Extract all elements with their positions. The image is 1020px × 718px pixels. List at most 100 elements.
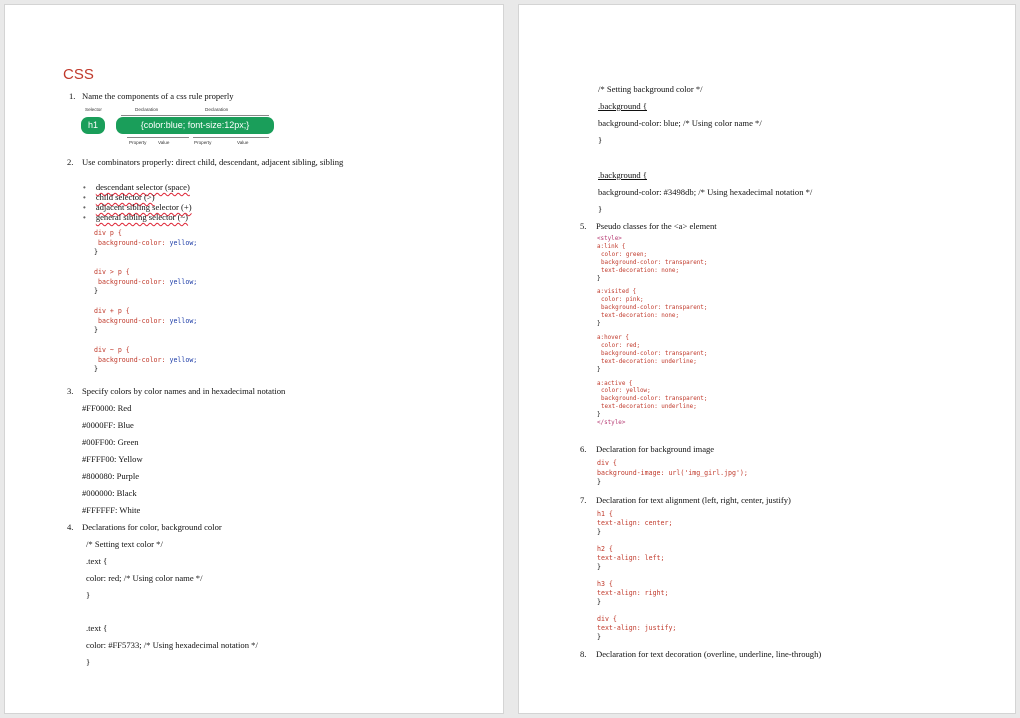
code-line: color: red; /* Using color name */: [86, 573, 203, 583]
question-7-number: 7.: [580, 495, 587, 505]
code-line: h2 {: [597, 545, 613, 553]
code-line: text-decoration: underline;: [601, 404, 697, 411]
code-property: background-color:: [97, 238, 166, 247]
code-value: yellow;: [169, 238, 198, 247]
code-close: }: [94, 326, 98, 334]
code-line: background-color: blue; /* Using color n…: [598, 118, 762, 128]
hex-color-item: #FFFFFF: White: [82, 505, 141, 515]
diagram-label-property-2: Property: [194, 140, 212, 145]
hex-color-item: #FF0000: Red: [82, 403, 132, 413]
diagram-selector-pill: h1: [81, 117, 105, 134]
code-line: }: [597, 563, 601, 571]
code-close: }: [94, 365, 98, 373]
code-line: </style>: [597, 420, 626, 427]
question-4-number: 4.: [67, 522, 74, 532]
code-selector: div p {: [94, 229, 122, 237]
code-line: h3 {: [597, 580, 613, 588]
code-line: }: [597, 528, 601, 536]
code-line: text-align: right;: [597, 589, 669, 597]
code-line: }: [598, 204, 603, 214]
code-line: div {: [597, 459, 617, 467]
code-line: text-align: justify;: [597, 624, 677, 632]
code-line: }: [597, 321, 601, 328]
code-line: text-align: left;: [597, 554, 665, 562]
document-page-1: CSS 1. Name the components of a css rule…: [4, 4, 504, 714]
code-line: }: [597, 366, 601, 373]
code-line: color: green;: [601, 251, 648, 258]
code-value: yellow;: [169, 355, 198, 364]
code-line: div {: [597, 615, 617, 623]
hex-color-item: #00FF00: Green: [82, 437, 139, 447]
code-line: a:link {: [597, 243, 626, 250]
question-6-text: Declaration for background image: [596, 444, 715, 454]
hex-color-item: #000000: Black: [82, 488, 137, 498]
code-line: background-color: transparent;: [601, 259, 708, 266]
code-selector: div ~ p {: [94, 346, 130, 354]
code-line: }: [597, 478, 601, 486]
code-line: /* Setting background color */: [598, 84, 703, 94]
code-line: text-decoration: none;: [601, 313, 680, 320]
hex-color-item: #FFFF00: Yellow: [82, 454, 143, 464]
code-value: yellow;: [169, 277, 198, 286]
diagram-label-selector: Selector: [85, 107, 102, 112]
code-line: }: [597, 412, 601, 419]
code-line: color: red;: [601, 342, 641, 349]
code-property: background-color:: [97, 316, 166, 325]
code-line: text-align: center;: [597, 519, 673, 527]
diagram-rule-pill: {color:blue; font-size:12px;}: [116, 117, 274, 134]
code-line: text-decoration: none;: [601, 267, 680, 274]
question-1-number: 1.: [69, 91, 76, 101]
question-3-number: 3.: [67, 386, 74, 396]
code-line: color: pink;: [601, 297, 644, 304]
code-block-child: div > p { background-color: yellow; }: [94, 268, 197, 297]
code-line: h1 {: [597, 510, 613, 518]
code-line: }: [597, 275, 601, 282]
hex-color-item: #800080: Purple: [82, 471, 140, 481]
diagram-label-declaration-2: Declaration: [205, 107, 229, 112]
text-align-code: h1 { text-align: center; } h2 { text-ali…: [597, 510, 676, 642]
document-page-2: /* Setting background color */ .backgrou…: [518, 4, 1016, 714]
code-line: }: [597, 598, 601, 606]
diagram-label-declaration-1: Declaration: [135, 107, 159, 112]
code-selector: div > p {: [94, 268, 130, 276]
diagram-label-value-2: Value: [237, 140, 249, 145]
code-block-general-sibling: div ~ p { background-color: yellow; }: [94, 346, 197, 375]
question-3-text: Specify colors by color names and in hex…: [82, 386, 286, 396]
question-1-text: Name the components of a css rule proper…: [82, 91, 234, 101]
question-2-number: 2.: [67, 157, 74, 167]
diagram-label-property-1: Property: [129, 140, 147, 145]
question-6-number: 6.: [580, 444, 587, 454]
code-line: }: [86, 657, 91, 667]
code-property: background-color:: [97, 355, 166, 364]
code-block-descendant: div p { background-color: yellow; }: [94, 229, 197, 258]
question-7-text: Declaration for text alignment (left, ri…: [596, 495, 791, 505]
page-title: CSS: [63, 66, 94, 83]
code-block-adjacent: div + p { background-color: yellow; }: [94, 307, 197, 336]
code-line: background-color: #3498db; /* Using hexa…: [598, 187, 813, 197]
code-property: background-color:: [97, 277, 166, 286]
code-line: .text {: [86, 623, 108, 633]
code-line: background-color: transparent;: [601, 396, 708, 403]
code-line: .background {: [598, 170, 647, 180]
code-line: background-image: url('img_girl.jpg');: [597, 468, 748, 477]
bullet-item: general sibling selector (~): [95, 212, 189, 222]
code-close: }: [94, 248, 98, 256]
code-line: <style>: [597, 236, 622, 242]
question-4-text: Declarations for color, background color: [82, 522, 222, 532]
code-line: .background {: [598, 101, 647, 111]
code-line: a:active {: [597, 380, 633, 387]
question-8-text: Declaration for text decoration (overlin…: [596, 649, 822, 659]
code-line: color: yellow;: [601, 388, 651, 395]
code-selector: div + p {: [94, 307, 130, 315]
code-value: yellow;: [169, 316, 198, 325]
pseudo-class-code: <style> a:link { color: green; backgroun…: [597, 236, 707, 428]
code-line: a:hover {: [597, 334, 629, 341]
code-line: color: #FF5733; /* Using hexadecimal not…: [86, 640, 258, 650]
code-line: }: [597, 633, 601, 641]
code-line: }: [598, 135, 603, 145]
code-line: text-decoration: underline;: [601, 358, 697, 365]
code-line: background-color: transparent;: [601, 305, 708, 312]
code-close: }: [94, 287, 98, 295]
code-line: a:visited {: [597, 289, 637, 296]
question-2-text: Use combinators properly: direct child, …: [82, 157, 344, 167]
